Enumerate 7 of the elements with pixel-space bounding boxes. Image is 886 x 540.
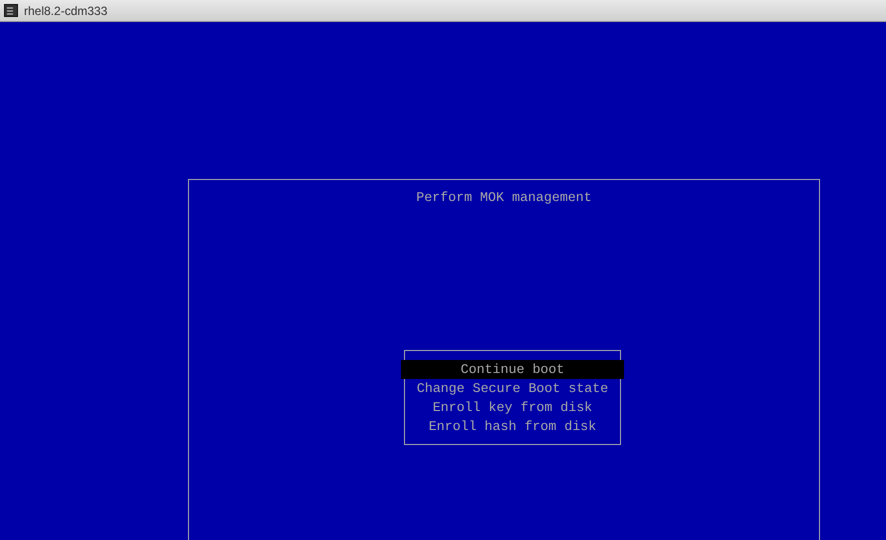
- menu-item[interactable]: Enroll hash from disk: [401, 417, 624, 436]
- menu-item[interactable]: Continue boot: [401, 360, 624, 379]
- window-title: rhel8.2-cdm333: [24, 4, 108, 18]
- dialog-title: Perform MOK management: [415, 189, 593, 207]
- terminal-icon: [4, 4, 18, 17]
- menu-item[interactable]: Change Secure Boot state: [401, 379, 624, 398]
- menu-item[interactable]: Enroll key from disk: [401, 398, 624, 417]
